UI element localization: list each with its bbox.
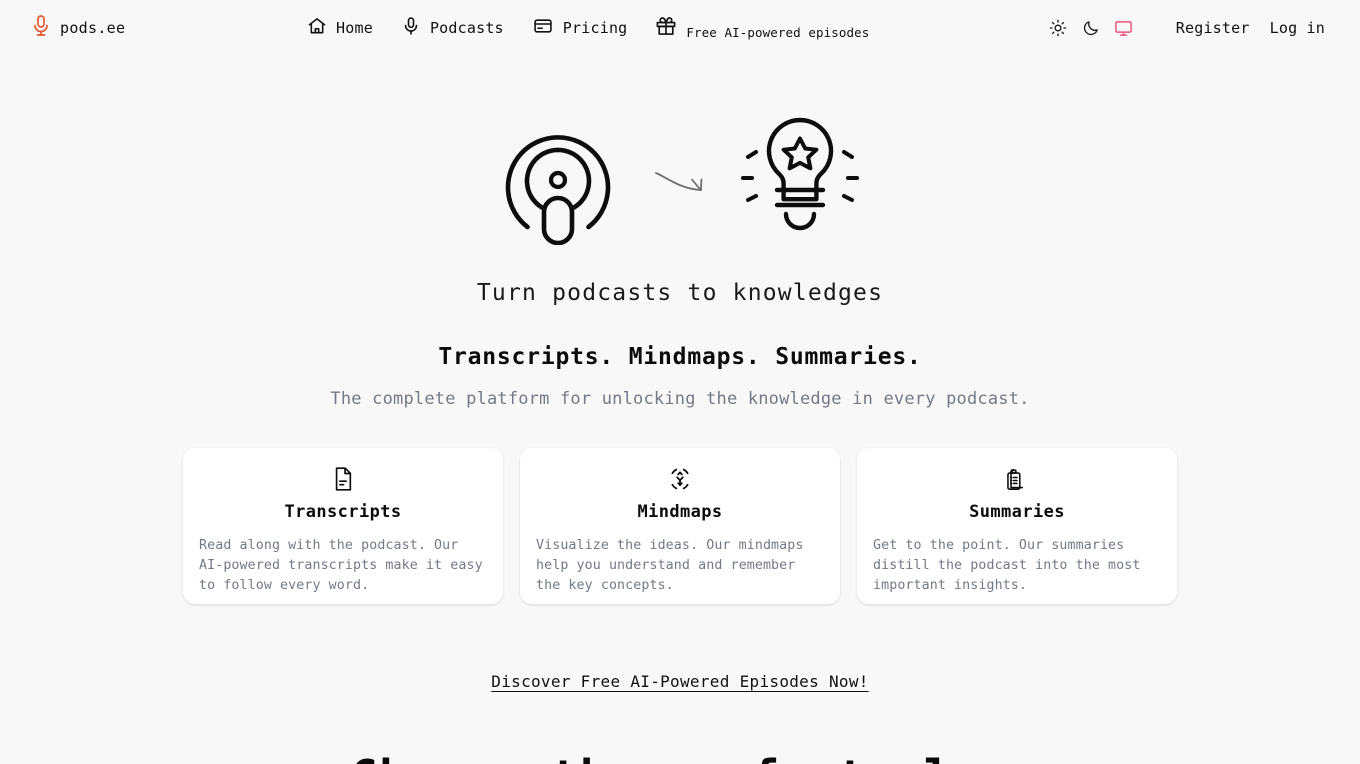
nav-label-pricing: Pricing [562, 19, 628, 37]
credit-card-icon [532, 16, 554, 40]
nav-item-home[interactable]: Home [293, 0, 387, 56]
curved-arrow-icon [654, 165, 706, 203]
main-nav: Home Podcasts Pricing Free AI-powered ep… [293, 0, 883, 56]
brand-name: pods.ee [60, 19, 126, 37]
nav-item-free-episodes[interactable]: Free AI-powered episodes [641, 0, 883, 56]
home-icon [307, 16, 327, 40]
nav-label-home: Home [336, 19, 373, 37]
theme-switcher [1048, 18, 1134, 38]
brand-logo[interactable]: pods.ee [32, 0, 125, 56]
feature-title: Mindmaps [637, 502, 723, 522]
feature-card-transcripts[interactable]: Transcripts Read along with the podcast.… [183, 448, 503, 604]
gift-icon [655, 15, 677, 41]
hero-title: Transcripts. Mindmaps. Summaries. [438, 344, 922, 370]
clipboard-list-icon [873, 466, 1161, 492]
nav-label-podcasts: Podcasts [429, 19, 504, 37]
register-link[interactable]: Register [1166, 19, 1260, 37]
feature-text: Get to the point. Our summaries distill … [873, 538, 1141, 593]
monitor-icon[interactable] [1114, 18, 1134, 38]
lightbulb-star-icon [734, 110, 866, 250]
site-header: pods.ee Home Podcasts Pricing Free AI-po… [0, 0, 1360, 56]
moon-icon[interactable] [1081, 18, 1101, 38]
mindmap-node-icon [536, 466, 824, 492]
podcast-icon [494, 111, 622, 249]
header-right-group: Register Log in [1048, 0, 1335, 56]
hero-illustration [0, 110, 1360, 250]
feature-card-mindmaps[interactable]: Mindmaps Visualize the ideas. Our mindma… [520, 448, 840, 604]
feature-card-list: Transcripts Read along with the podcast.… [183, 448, 1177, 604]
microphone-icon [401, 16, 421, 40]
sun-icon[interactable] [1048, 18, 1068, 38]
login-link[interactable]: Log in [1260, 19, 1335, 37]
nav-item-podcasts[interactable]: Podcasts [387, 0, 518, 56]
microphone-icon [32, 14, 50, 42]
hero-tagline: Turn podcasts to knowledges [476, 280, 884, 306]
feature-text: Visualize the ideas. Our mindmaps help y… [536, 538, 804, 593]
feature-card-summaries[interactable]: Summaries Get to the point. Our summarie… [857, 448, 1177, 604]
feature-title: Summaries [969, 502, 1065, 522]
feature-title: Transcripts [284, 502, 402, 522]
discover-link-row: Discover Free AI-Powered Episodes Now! [0, 672, 1360, 691]
hero-subtitle: The complete platform for unlocking the … [330, 389, 1030, 409]
hero-section: Turn podcasts to knowledges Transcripts.… [0, 110, 1360, 764]
plan-section-heading: Choose the perfect plan [0, 750, 1360, 764]
nav-item-pricing[interactable]: Pricing [518, 0, 642, 56]
discover-free-episodes-link[interactable]: Discover Free AI-Powered Episodes Now! [491, 672, 868, 691]
feature-text: Read along with the podcast. Our AI-powe… [199, 538, 483, 593]
nav-label-free-episodes: Free AI-powered episodes [686, 24, 870, 40]
file-text-icon [199, 466, 487, 492]
